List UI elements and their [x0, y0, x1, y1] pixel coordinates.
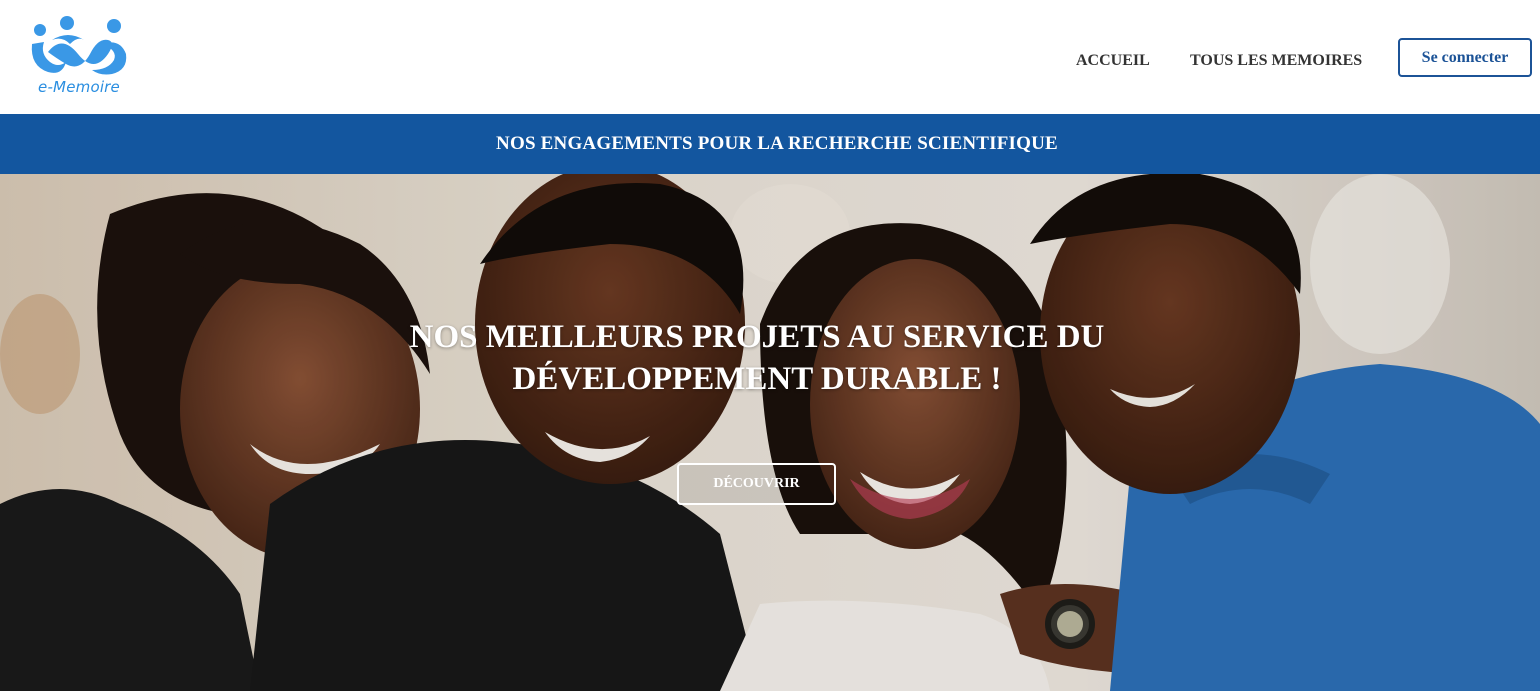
brand-name: e-Memoire	[38, 78, 120, 96]
engagement-banner-text: NOS ENGAGEMENTS POUR LA RECHERCHE SCIENT…	[496, 133, 1058, 154]
site-header: e-Memoire ACCUEIL TOUS LES MEMOIRES Se c…	[0, 0, 1540, 114]
discover-button-label: DÉCOUVRIR	[713, 476, 800, 491]
hero-title: NOS MEILLEURS PROJETS AU SERVICE DU DÉVE…	[300, 316, 1214, 400]
hero-title-line1: NOS MEILLEURS PROJETS AU SERVICE DU	[409, 319, 1105, 355]
brand-logo[interactable]: e-Memoire	[26, 14, 132, 98]
login-button-label: Se connecter	[1421, 48, 1509, 66]
login-button[interactable]: Se connecter	[1398, 38, 1532, 77]
people-infinity-logo-icon	[31, 16, 127, 75]
discover-button[interactable]: DÉCOUVRIR	[677, 463, 836, 505]
nav-link-tous-les-memoires[interactable]: TOUS LES MEMOIRES	[1190, 52, 1362, 70]
engagement-banner: NOS ENGAGEMENTS POUR LA RECHERCHE SCIENT…	[0, 114, 1540, 174]
hero-overlay	[0, 174, 1540, 691]
nav-link-accueil[interactable]: ACCUEIL	[1076, 52, 1150, 70]
hero-title-line2: DÉVELOPPEMENT DURABLE !	[512, 361, 1002, 397]
hero-section: NOS MEILLEURS PROJETS AU SERVICE DU DÉVE…	[0, 174, 1540, 691]
